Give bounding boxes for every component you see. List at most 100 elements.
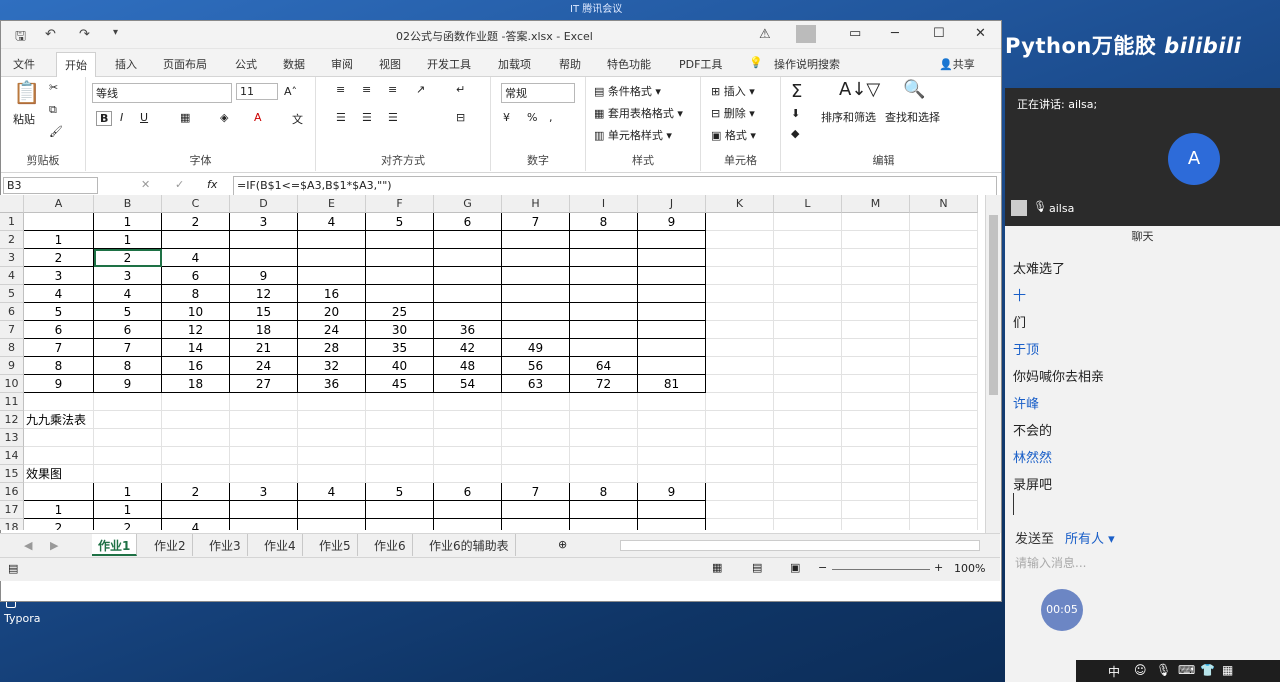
paste-button[interactable]: 粘贴 [13,111,35,127]
cell-H5[interactable] [502,285,570,303]
column-header-A[interactable]: A [24,195,94,213]
cell-E2[interactable] [298,231,366,249]
cell-H8[interactable]: 49 [502,339,570,357]
italic-button[interactable]: I [120,111,123,124]
cell-B11[interactable] [94,393,162,411]
cell-K14[interactable] [706,447,774,465]
cell-K17[interactable] [706,501,774,519]
close-button[interactable]: ✕ [975,26,986,41]
cell-D9[interactable]: 24 [230,357,298,375]
tab-file[interactable]: 文件 [13,56,35,72]
cell-C7[interactable]: 12 [162,321,230,339]
cell-E7[interactable]: 24 [298,321,366,339]
cell-I10[interactable]: 72 [570,375,638,393]
cell-D14[interactable] [230,447,298,465]
column-header-D[interactable]: D [230,195,298,213]
cell-M11[interactable] [842,393,910,411]
fill-color-icon[interactable]: ◈ [220,111,228,124]
cell-I12[interactable] [570,411,638,429]
cell-C1[interactable]: 2 [162,213,230,231]
grow-font-icon[interactable]: A˄ [284,85,297,98]
cell-B2[interactable]: 1 [94,231,162,249]
row-header-9[interactable]: 9 [0,357,24,375]
recipient-select[interactable]: 所有人 ▾ [1065,528,1115,547]
cell-L11[interactable] [774,393,842,411]
column-header-I[interactable]: I [570,195,638,213]
delete-cells-button[interactable]: ⊟ 删除 ▾ [711,105,755,121]
cell-K3[interactable] [706,249,774,267]
cell-K12[interactable] [706,411,774,429]
scroll-thumb[interactable] [989,215,998,395]
zoom-slider[interactable] [832,569,930,570]
borders-icon[interactable]: ▦ [180,111,190,124]
column-header-N[interactable]: N [910,195,978,213]
cell-D15[interactable] [230,465,298,483]
cell-F17[interactable] [366,501,434,519]
cell-G16[interactable]: 6 [434,483,502,501]
cell-L16[interactable] [774,483,842,501]
cell-H18[interactable] [502,519,570,530]
cell-A6[interactable]: 5 [24,303,94,321]
column-header-L[interactable]: L [774,195,842,213]
tab-special[interactable]: 特色功能 [607,56,651,72]
align-right-icon[interactable]: ☰ [388,111,398,124]
formula-input[interactable]: =IF(B$1<=$A3,B$1*$A3,"") [233,176,997,196]
cell-N5[interactable] [910,285,978,303]
cell-B3[interactable]: 2 [94,249,162,267]
cell-B10[interactable]: 9 [94,375,162,393]
mic-icon[interactable]: 🎙 [1033,200,1047,213]
cell-H14[interactable] [502,447,570,465]
cell-E14[interactable] [298,447,366,465]
cell-I13[interactable] [570,429,638,447]
cell-N16[interactable] [910,483,978,501]
cell-M4[interactable] [842,267,910,285]
cell-D3[interactable] [230,249,298,267]
copy-icon[interactable]: ⧉ [49,103,57,117]
tab-help[interactable]: 帮助 [559,56,581,72]
cell-F13[interactable] [366,429,434,447]
cell-B16[interactable]: 1 [94,483,162,501]
cell-N9[interactable] [910,357,978,375]
column-header-C[interactable]: C [162,195,230,213]
cell-J15[interactable] [638,465,706,483]
cell-E11[interactable] [298,393,366,411]
cell-C3[interactable]: 4 [162,249,230,267]
cell-K11[interactable] [706,393,774,411]
cell-M14[interactable] [842,447,910,465]
zoom-level[interactable]: 100% [954,562,985,575]
cell-L5[interactable] [774,285,842,303]
cell-B15[interactable] [94,465,162,483]
cell-A3[interactable]: 2 [24,249,94,267]
tab-page-layout[interactable]: 页面布局 [163,56,207,72]
comma-icon[interactable]: , [549,111,553,124]
cell-I1[interactable]: 8 [570,213,638,231]
cell-G7[interactable]: 36 [434,321,502,339]
share-button[interactable]: 👤共享 [939,56,975,72]
row-header-5[interactable]: 5 [0,285,24,303]
cell-M13[interactable] [842,429,910,447]
align-top-icon[interactable]: ≡ [336,83,345,96]
cell-K15[interactable] [706,465,774,483]
cell-L18[interactable] [774,519,842,530]
cell-H17[interactable] [502,501,570,519]
cell-J14[interactable] [638,447,706,465]
cell-E8[interactable]: 28 [298,339,366,357]
row-header-8[interactable]: 8 [0,339,24,357]
cell-I16[interactable]: 8 [570,483,638,501]
cell-A5[interactable]: 4 [24,285,94,303]
cell-M17[interactable] [842,501,910,519]
cell-D13[interactable] [230,429,298,447]
cell-G14[interactable] [434,447,502,465]
cell-A7[interactable]: 6 [24,321,94,339]
cell-H11[interactable] [502,393,570,411]
bold-button[interactable]: B [96,111,113,126]
insert-cells-button[interactable]: ⊞ 插入 ▾ [711,83,755,99]
cell-B9[interactable]: 8 [94,357,162,375]
cell-I5[interactable] [570,285,638,303]
cell-J9[interactable] [638,357,706,375]
cell-N17[interactable] [910,501,978,519]
cell-J11[interactable] [638,393,706,411]
cell-B7[interactable]: 6 [94,321,162,339]
cut-icon[interactable]: ✂ [49,81,58,94]
font-size-select[interactable]: 11 [236,83,278,100]
